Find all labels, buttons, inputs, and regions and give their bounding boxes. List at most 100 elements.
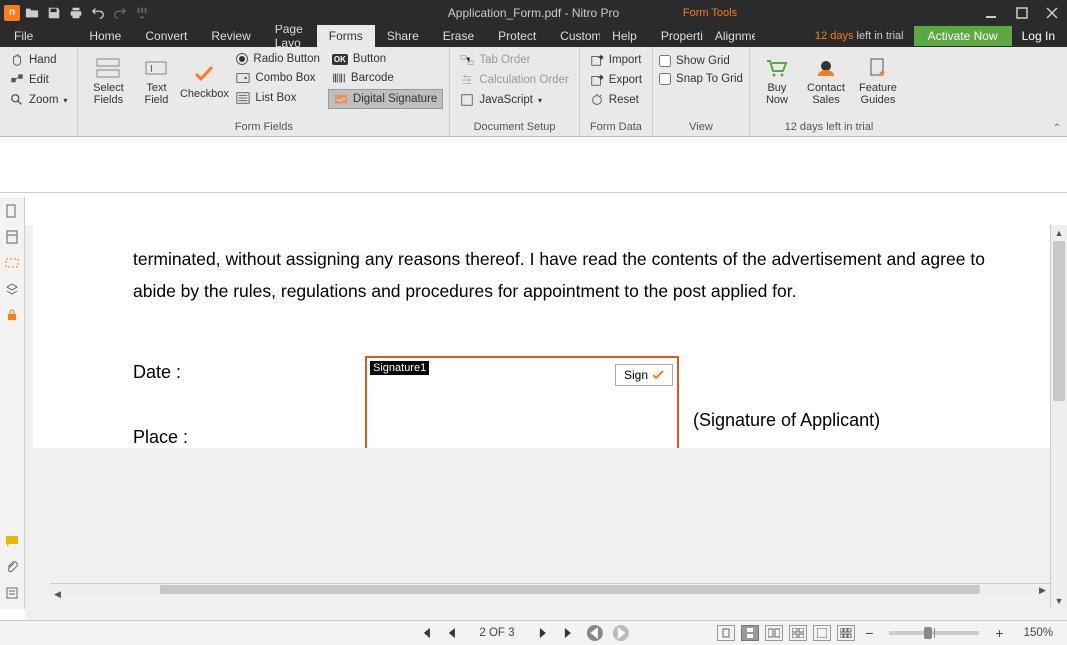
attachments-panel-icon[interactable] [4, 559, 20, 575]
page-indicator: 2 OF 3 [479, 627, 514, 639]
headset-icon [812, 56, 840, 80]
combo-box-button[interactable]: Combo Box [232, 69, 324, 87]
trial-footer-label: 12 days left in trial [750, 121, 908, 136]
file-menu[interactable]: File [0, 25, 47, 47]
edit-tool[interactable]: Edit [6, 71, 71, 89]
hand-tool[interactable]: Hand [6, 51, 71, 69]
sign-button[interactable]: Sign [615, 364, 673, 386]
calculation-order-button[interactable]: Calculation Order [456, 71, 572, 89]
minimize-button[interactable] [977, 0, 1007, 25]
reset-button[interactable]: Reset [586, 91, 646, 109]
save-icon[interactable] [44, 3, 64, 23]
bookmarks-panel-icon[interactable] [4, 229, 20, 245]
feature-guides-button[interactable]: Feature Guides [854, 51, 902, 111]
nav-back-button[interactable] [587, 625, 603, 641]
activate-button[interactable]: Activate Now [914, 26, 1012, 46]
pages-panel-icon[interactable] [4, 203, 20, 219]
next-page-button[interactable] [535, 625, 551, 641]
toolbar-blank-area [0, 137, 1067, 193]
collapse-ribbon-icon[interactable]: ⌃ [1053, 123, 1061, 134]
export-button[interactable]: Export [586, 71, 646, 89]
zoom-level: 150% [1024, 627, 1053, 639]
document-page[interactable]: terminated, without assigning any reason… [33, 225, 1067, 448]
digital-signature-button[interactable]: Digital Signature [328, 89, 443, 109]
titlebar: n Application_Form.pdf - Nitro Pro Form … [0, 0, 1067, 25]
print-icon[interactable] [66, 3, 86, 23]
document-paragraph: terminated, without assigning any reason… [133, 243, 985, 308]
view-facing-button[interactable] [765, 625, 783, 641]
scroll-up-icon[interactable]: ▲ [1051, 225, 1067, 240]
tab-page-layout[interactable]: Page Layo [263, 25, 317, 47]
comments-panel-icon[interactable] [4, 533, 20, 549]
tab-alignment[interactable]: Alignment [703, 25, 755, 47]
vertical-scrollbar[interactable]: ▲ ▼ [1050, 225, 1067, 608]
zoom-out-button[interactable]: − [861, 625, 877, 641]
redo-icon[interactable] [110, 3, 130, 23]
tab-protect[interactable]: Protect [486, 25, 548, 47]
scroll-left-icon[interactable]: ◀ [50, 589, 65, 601]
zoom-tool[interactable]: Zoom ▾ [6, 91, 71, 109]
app-logo-icon: n [4, 5, 20, 21]
contact-sales-button[interactable]: Contact Sales [802, 51, 850, 111]
view-facing-continuous-button[interactable] [789, 625, 807, 641]
radio-icon [236, 53, 248, 65]
login-button[interactable]: Log In [1022, 29, 1055, 43]
qat-dropdown-icon[interactable] [132, 3, 152, 23]
text-field-button[interactable]: I Text Field [136, 51, 176, 111]
tab-convert[interactable]: Convert [133, 25, 199, 47]
scroll-down-icon[interactable]: ▼ [1051, 593, 1067, 608]
horizontal-scrollbar[interactable]: ◀ ▶ [50, 583, 1050, 595]
view-continuous-button[interactable] [741, 625, 759, 641]
import-button[interactable]: Import [586, 51, 646, 69]
layers-panel-icon[interactable] [4, 281, 20, 297]
checkbox-button[interactable]: Checkbox [180, 51, 228, 111]
menubar: File Home Convert Review Page Layo Forms… [0, 25, 1067, 47]
tab-customize[interactable]: Customize [548, 25, 600, 47]
list-box-button[interactable]: List Box [232, 89, 324, 107]
vscroll-thumb[interactable] [1053, 241, 1065, 401]
button-field-button[interactable]: OKButton [328, 51, 443, 67]
output-panel-icon[interactable] [4, 585, 20, 601]
maximize-button[interactable] [1007, 0, 1037, 25]
tab-erase[interactable]: Erase [431, 25, 486, 47]
hscroll-thumb[interactable] [160, 585, 980, 594]
prev-page-button[interactable] [443, 625, 459, 641]
undo-icon[interactable] [88, 3, 108, 23]
digital-signature-field[interactable]: Signature1 Sign [365, 356, 679, 448]
ok-icon: OK [332, 54, 348, 65]
last-page-button[interactable] [561, 625, 577, 641]
group-label-form-data: Form Data [580, 121, 652, 136]
tab-properties[interactable]: Properties [649, 25, 703, 47]
statusbar: 2 OF 3 − + 150% [0, 620, 1067, 645]
zoom-slider[interactable] [889, 631, 979, 635]
javascript-button[interactable]: JavaScript ▾ [456, 91, 572, 109]
view-single-button[interactable] [717, 625, 735, 641]
first-page-button[interactable] [417, 625, 433, 641]
tab-forms[interactable]: Forms [317, 25, 375, 47]
show-grid-checkbox[interactable]: Show Grid [659, 53, 743, 69]
nav-forward-button[interactable] [613, 625, 629, 641]
tab-help[interactable]: Help [600, 25, 649, 47]
close-button[interactable] [1037, 0, 1067, 25]
zoom-in-button[interactable]: + [991, 625, 1007, 641]
group-label-document-setup: Document Setup [450, 121, 578, 136]
tab-share[interactable]: Share [375, 25, 431, 47]
scroll-right-icon[interactable]: ▶ [1035, 584, 1050, 596]
select-fields-button[interactable]: Select Fields [84, 51, 132, 111]
zoom-slider-handle[interactable] [924, 627, 932, 639]
group-label-view: View [653, 121, 749, 136]
view-fullscreen-button[interactable] [813, 625, 831, 641]
security-panel-icon[interactable] [4, 307, 20, 323]
tab-review[interactable]: Review [199, 25, 262, 47]
radio-button-button[interactable]: Radio Button [232, 51, 324, 67]
tab-order-button[interactable]: Tab Order [456, 51, 572, 69]
view-thumbnails-button[interactable] [837, 625, 855, 641]
group-label-form-fields: Form Fields [78, 121, 449, 136]
cart-icon [763, 56, 791, 80]
open-icon[interactable] [22, 3, 42, 23]
barcode-button[interactable]: Barcode [328, 69, 443, 87]
signatures-panel-icon[interactable] [4, 255, 20, 271]
buy-now-button[interactable]: Buy Now [756, 51, 798, 111]
tab-home[interactable]: Home [77, 25, 133, 47]
snap-to-grid-checkbox[interactable]: Snap To Grid [659, 71, 743, 87]
